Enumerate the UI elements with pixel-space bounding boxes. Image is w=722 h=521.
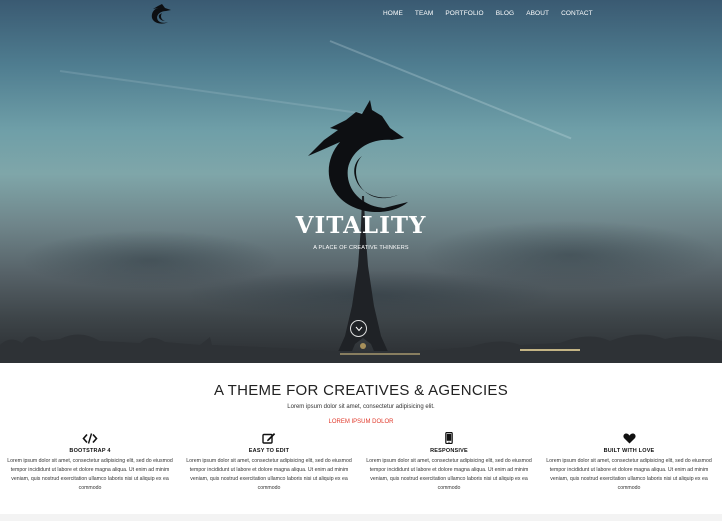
feature-easy-to-edit: EASY TO EDIT Lorem ipsum dolor sit amet,… <box>184 431 354 493</box>
feature-text: Lorem ipsum dolor sit amet, consectetur … <box>366 458 532 491</box>
mobile-icon <box>445 432 453 444</box>
feature-responsive: RESPONSIVE Lorem ipsum dolor sit amet, c… <box>364 431 534 493</box>
section-subtitle: Lorem ipsum dolor sit amet, consectetur … <box>287 404 435 410</box>
section-divider <box>0 514 722 521</box>
feature-built-with-love: BUILT WITH LOVE Lorem ipsum dolor sit am… <box>544 431 714 493</box>
nav-item-home[interactable]: HOME <box>383 10 403 17</box>
main-nav: HOME TEAM PORTFOLIO BLOG ABOUT CONTACT <box>383 10 605 17</box>
feature-title: RESPONSIVE <box>430 448 468 454</box>
brand-tagline: A PLACE OF CREATIVE THINKERS <box>313 245 409 251</box>
heart-icon <box>622 433 636 443</box>
nav-item-contact[interactable]: CONTACT <box>561 10 593 17</box>
nav-item-blog[interactable]: BLOG <box>496 10 514 17</box>
eagle-logo-icon[interactable] <box>149 3 173 25</box>
feature-text: Lorem ipsum dolor sit amet, consectetur … <box>546 458 712 491</box>
feature-title: EASY TO EDIT <box>248 448 290 454</box>
hero-banner: HOME TEAM PORTFOLIO BLOG ABOUT CONTACT V… <box>0 0 722 363</box>
nav-item-portfolio[interactable]: PORTFOLIO <box>445 10 483 17</box>
feature-title: BUILT WITH LOVE <box>603 448 655 454</box>
scroll-down-button[interactable] <box>350 320 367 337</box>
nav-item-about[interactable]: ABOUT <box>526 10 549 17</box>
feature-text: Lorem ipsum dolor sit amet, consectetur … <box>7 458 173 491</box>
eagle-logo-large-icon <box>308 100 408 213</box>
section-title: A THEME FOR CREATIVES & AGENCIES <box>213 382 509 399</box>
feature-bootstrap: BOOTSTRAP 4 Lorem ipsum dolor sit amet, … <box>5 431 175 493</box>
code-icon <box>82 432 98 444</box>
features-row: BOOTSTRAP 4 Lorem ipsum dolor sit amet, … <box>0 431 722 501</box>
chevron-down-icon <box>355 326 362 331</box>
brand-title: VITALITY <box>295 212 427 239</box>
nav-item-team[interactable]: TEAM <box>415 10 433 17</box>
feature-text: Lorem ipsum dolor sit amet, consectetur … <box>186 458 352 491</box>
feature-title: BOOTSTRAP 4 <box>69 448 111 454</box>
edit-icon <box>262 433 276 444</box>
section-link[interactable]: LOREM IPSUM DOLOR <box>0 419 722 425</box>
